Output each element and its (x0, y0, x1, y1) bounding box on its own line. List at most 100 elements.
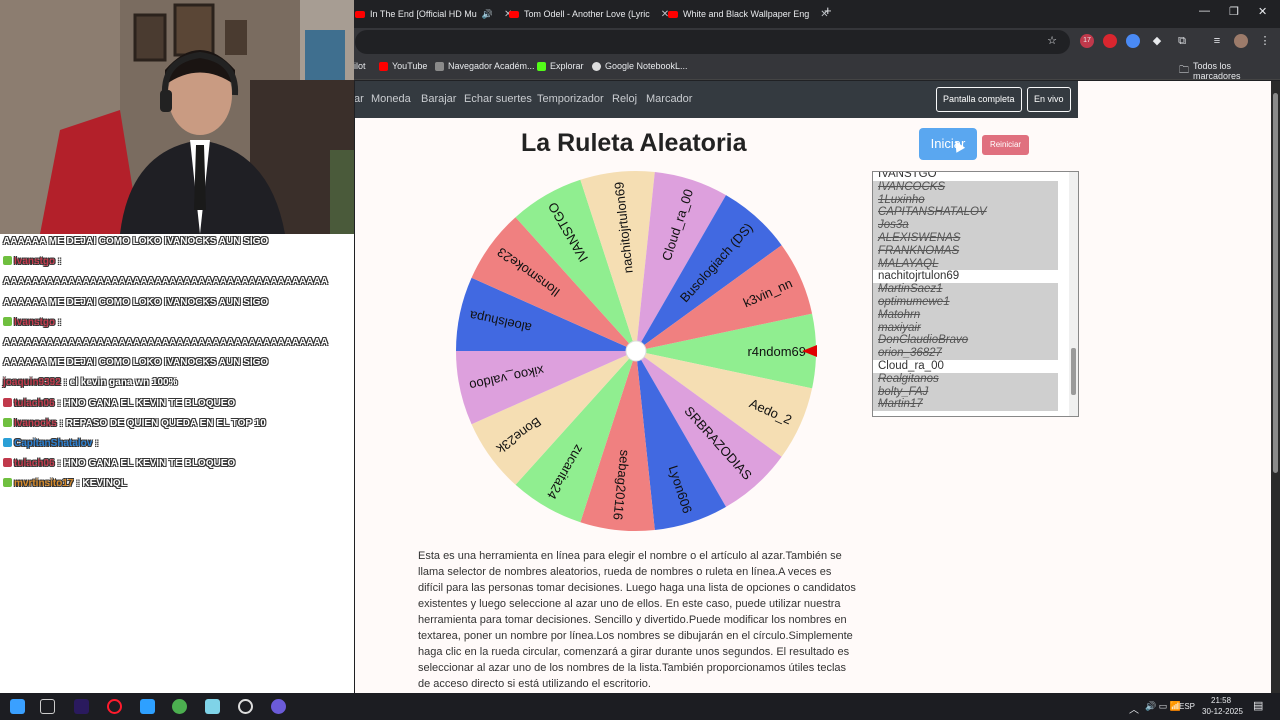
speaker-icon[interactable]: 🔊 (482, 9, 493, 20)
nav-link-temporizador[interactable]: Temporizador (537, 93, 604, 105)
task-view-icon[interactable] (40, 699, 55, 714)
notification-icon[interactable]: ▤ (1253, 699, 1263, 712)
tray-chevron-icon[interactable]: ︿ (1129, 701, 1139, 716)
nav-link[interactable]: ar (355, 93, 364, 105)
media-icon[interactable]: ≡ (1210, 34, 1224, 48)
chat-text: : HNO GANA EL KEVIN TE BLOQUEO (57, 458, 236, 470)
youtube-icon (668, 10, 678, 18)
bookmark[interactable]: YouTube (379, 61, 427, 71)
nav-link-reloj[interactable]: Reloj (612, 93, 637, 105)
chat-message: CapitanShatalov : (3, 438, 98, 449)
extension-icon[interactable]: ◆ (1150, 34, 1164, 48)
puzzle-icon[interactable]: ⧉ (1175, 34, 1189, 48)
name-line: MALAYAQL (873, 257, 1058, 271)
name-line: optimumewe1 (873, 295, 1058, 309)
roulette-wheel[interactable]: r4ndom69 Aedo_2 SRBRAZODIAS Lyon606 sebag201… (455, 170, 822, 532)
academic-icon (435, 61, 444, 71)
name-line: FRANKNOMAS (873, 244, 1058, 258)
chat-username: Ivanocks (14, 417, 60, 429)
bookmark-label: Explorar (550, 61, 584, 71)
browser-tab[interactable]: In The End [Official HD Mu 🔊 ✕ (355, 3, 512, 25)
name-line: orion_36827 (873, 347, 1058, 360)
translate-icon[interactable] (1126, 34, 1140, 48)
chat-badge-icon (3, 256, 12, 266)
chat-message: AAAAAA ME DEJAI COMO LOKO IVANOCKS AUN S… (3, 297, 268, 308)
tray-icons[interactable]: 🔊 ▭ 📶 (1145, 701, 1181, 712)
chat-text: : (57, 316, 62, 328)
name-line: ALEXISWENAS (873, 231, 1058, 245)
name-line: IVANCOCKS (873, 180, 1058, 194)
chrome-icon[interactable] (172, 699, 187, 714)
extension-icon[interactable]: 17 (1080, 34, 1094, 48)
fullscreen-button[interactable]: Pantalla completa (936, 87, 1022, 112)
opera-icon[interactable] (107, 699, 122, 714)
names-textarea[interactable]: IVANSTGO IVANCOCKS 1Luxinho CAPITANSHATALOV… (872, 171, 1079, 417)
chat-message: Ivanstgo : (3, 316, 62, 328)
language-indicator[interactable]: ESP (1179, 702, 1195, 711)
clock-time[interactable]: 21:58 (1211, 696, 1231, 705)
chat-message: Ivanocks : REPASO DE QUIEN QUEDA EN EL T… (3, 417, 266, 429)
reset-button[interactable]: Reiniciar (982, 135, 1029, 155)
extension-icon[interactable] (1103, 34, 1117, 48)
screen: In The End [Official HD Mu 🔊 ✕ Tom Odell… (0, 0, 1280, 720)
chat-badge-icon (3, 478, 12, 488)
nav-link-marcador[interactable]: Marcador (646, 93, 692, 105)
new-tab-button[interactable]: + (824, 3, 832, 18)
start-button[interactable]: Iniciar (919, 128, 977, 160)
page-scrollbar[interactable] (1271, 81, 1280, 693)
textarea-scrollbar[interactable] (1069, 172, 1078, 416)
chat-username: tulach06 (14, 397, 58, 409)
nav-link-echar-suertes[interactable]: Echar suertes (464, 93, 532, 105)
close-window-button[interactable]: ✕ (1258, 5, 1267, 18)
live-button[interactable]: En vivo (1027, 87, 1071, 112)
chat-badge-icon (3, 397, 12, 407)
description-text: Esta es una herramienta en línea para el… (418, 550, 856, 690)
minimize-button[interactable]: — (1199, 5, 1210, 17)
bookmark[interactable]: Google NotebookL... (592, 61, 688, 71)
chat-message: joaquin9392 : el kevin gana wn 100% (3, 377, 178, 388)
restore-button[interactable]: ❐ (1229, 5, 1239, 18)
site-navbar: ar Moneda Barajar Echar suertes Temporiz… (355, 81, 1078, 118)
page-title: La Ruleta Aleatoria (521, 129, 747, 157)
kick-icon (537, 61, 546, 71)
name-line: Matohrn (873, 308, 1058, 322)
chat-text: AAAAAA ME DEJAI COMO LOKO IVANOCKS AUN S… (3, 236, 269, 247)
browser-tab[interactable]: White and Black Wallpaper Eng ✕ (668, 3, 829, 25)
after-effects-icon[interactable] (74, 699, 89, 714)
nav-link-moneda[interactable]: Moneda (371, 93, 411, 105)
bookmark[interactable]: Navegador Académ... (435, 61, 535, 71)
chat-message: tulach06 : HNO GANA EL KEVIN TE BLOQUEO (3, 397, 235, 409)
avatar[interactable] (1234, 34, 1248, 48)
windows-taskbar: ︿ 🔊 ▭ 📶 ESP 21:58 30-12-2025 ▤ (0, 693, 1280, 720)
scrollbar-thumb[interactable] (1071, 348, 1076, 395)
chat-text: : el kevin gana wn 100% (63, 377, 178, 389)
name-line: bolty_FAJ (873, 385, 1058, 399)
all-bookmarks[interactable]: 🗀 Todos los marcadores (1179, 61, 1280, 81)
bookmark-star-icon[interactable]: ☆ (1045, 34, 1059, 48)
windows-start-icon[interactable] (10, 699, 25, 714)
wheel-graphic[interactable]: r4ndom69Aedo_2SRBRAZODIASLyon606sebag201… (455, 170, 822, 532)
chat-message: AAAAAA ME DEJAI COMO LOKO IVANOCKS AUN S… (3, 236, 268, 247)
chat-message: tulach06 : HNO GANA EL KEVIN TE BLOQUEO (3, 458, 235, 469)
bookmark-label: ilot (354, 61, 366, 71)
bookmark[interactable]: Explorar (537, 61, 584, 71)
obs-icon[interactable] (238, 699, 253, 714)
name-line: Cloud_ra_00 (878, 359, 944, 372)
tab-title: Tom Odell - Another Love (Lyric (524, 9, 650, 19)
chat-text: : REPASO DE QUIEN QUEDA EN EL TOP 10 (59, 417, 266, 429)
app-icon[interactable] (271, 699, 286, 714)
app-icon[interactable] (205, 699, 220, 714)
chat-username: Ivanstgo (14, 316, 58, 328)
bookmark[interactable]: ilot (354, 61, 366, 71)
tab-title: In The End [Official HD Mu (370, 9, 477, 19)
app-icon[interactable] (140, 699, 155, 714)
nav-link-barajar[interactable]: Barajar (421, 93, 456, 105)
clock-date[interactable]: 30-12-2025 (1202, 707, 1243, 716)
name-line: 1Luxinho (873, 193, 1058, 207)
browser-tab[interactable]: Tom Odell - Another Love (Lyric ✕ (509, 3, 669, 25)
address-bar[interactable] (355, 30, 1070, 54)
webcam-overlay (0, 0, 354, 234)
bookmark-label: Todos los marcadores (1193, 61, 1241, 81)
menu-icon[interactable]: ⋮ (1258, 34, 1272, 48)
scrollbar-thumb[interactable] (1273, 93, 1278, 473)
